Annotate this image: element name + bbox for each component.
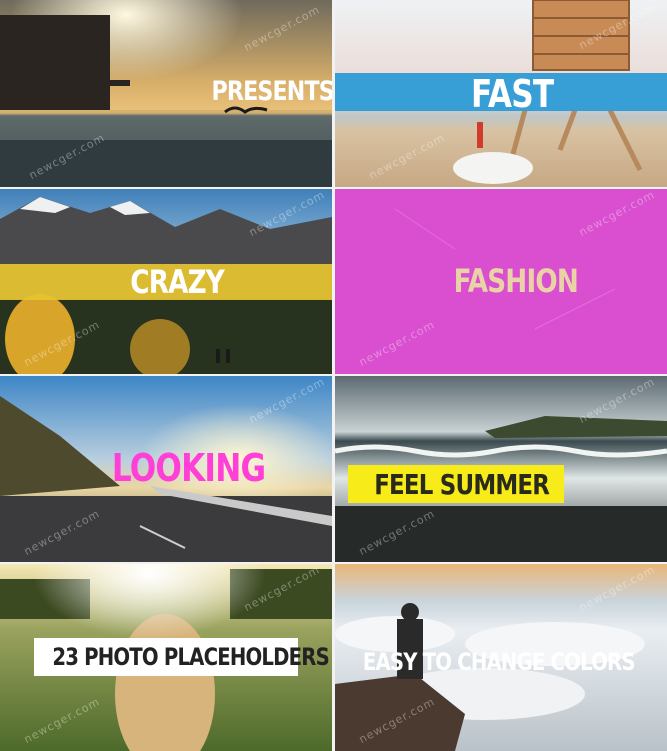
preview-grid: PRESENTS newcger.com newcger.com FAST ne…: [0, 0, 667, 751]
caption-text: 23 PHOTO PLACEHOLDERS: [52, 643, 329, 671]
tile-presents: PRESENTS newcger.com newcger.com: [0, 0, 332, 187]
caption-text: FEEL SUMMER: [374, 468, 550, 501]
caption-text: LOOKING: [111, 446, 266, 490]
tile-photo-placeholders: 23 PHOTO PLACEHOLDERS newcger.com newcge…: [0, 564, 332, 751]
caption-text: EASY TO CHANGE COLORS: [362, 648, 636, 676]
caption-text: CRAZY: [130, 263, 225, 301]
caption-text: FASHION: [453, 262, 579, 300]
tile-feel-summer: FEEL SUMMER newcger.com newcger.com: [335, 376, 667, 562]
caption-text: FAST: [471, 72, 554, 116]
tile-fashion: FASHION newcger.com newcger.com: [335, 189, 667, 374]
tile-crazy: CRAZY newcger.com newcger.com: [0, 189, 332, 374]
tile-easy-colors: EASY TO CHANGE COLORS newcger.com newcge…: [335, 564, 667, 751]
tile-looking: LOOKING newcger.com newcger.com: [0, 376, 332, 562]
tile-fast: FAST newcger.com newcger.com: [335, 0, 667, 187]
caption-text: PRESENTS: [211, 76, 332, 107]
